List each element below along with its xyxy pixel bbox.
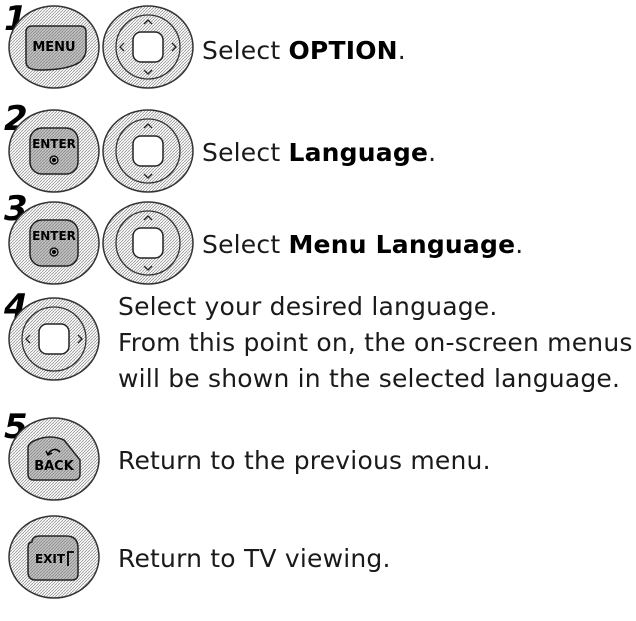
navigation-up-down-icon bbox=[102, 109, 194, 193]
step-3-text: Select Menu Language. bbox=[202, 230, 524, 259]
exit-label: EXIT bbox=[35, 552, 66, 566]
back-button-icon: BACK bbox=[8, 417, 100, 501]
step-6-text: Return to TV viewing. bbox=[118, 544, 391, 573]
menu-button-icon: MENU bbox=[8, 5, 100, 89]
step-2-text: Select Language. bbox=[202, 138, 437, 167]
navigation-pad-icon bbox=[102, 5, 194, 89]
enter-label: ENTER bbox=[32, 137, 76, 151]
step-5-text: Return to the previous menu. bbox=[118, 446, 491, 475]
step-4-line-3: will be shown in the selected language. bbox=[118, 364, 621, 393]
menu-label: MENU bbox=[32, 40, 75, 55]
exit-button-icon: EXIT bbox=[8, 515, 100, 599]
step-4-line-1: Select your desired language. bbox=[118, 292, 498, 321]
enter-label: ENTER bbox=[32, 229, 76, 243]
navigation-up-down-icon bbox=[102, 201, 194, 285]
step-1-text: Select OPTION. bbox=[202, 36, 406, 65]
step-4-line-2: From this point on, the on-screen menus bbox=[118, 328, 633, 357]
navigation-left-right-icon bbox=[8, 297, 100, 381]
back-label: BACK bbox=[34, 459, 75, 474]
enter-button-icon: ENTER bbox=[8, 109, 100, 193]
enter-button-icon: ENTER bbox=[8, 201, 100, 285]
